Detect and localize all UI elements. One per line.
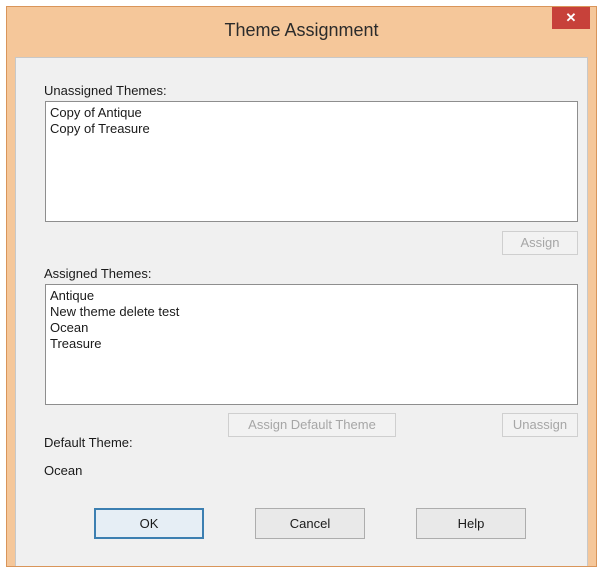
unassigned-themes-list[interactable]: Copy of Antique Copy of Treasure xyxy=(45,101,578,222)
theme-assignment-dialog: Theme Assignment ✕ Unassigned Themes: Co… xyxy=(6,6,597,567)
assign-button[interactable]: Assign xyxy=(502,231,578,255)
close-icon: ✕ xyxy=(565,10,577,25)
title-bar[interactable]: Theme Assignment ✕ xyxy=(7,7,596,57)
close-button[interactable]: ✕ xyxy=(552,7,590,29)
unassign-button[interactable]: Unassign xyxy=(502,413,578,437)
list-item[interactable]: Copy of Antique xyxy=(50,105,573,121)
help-button[interactable]: Help xyxy=(416,508,526,539)
unassigned-themes-label: Unassigned Themes: xyxy=(44,83,167,98)
list-item[interactable]: Antique xyxy=(50,288,573,304)
assigned-themes-list[interactable]: Antique New theme delete test Ocean Trea… xyxy=(45,284,578,405)
assign-default-theme-button[interactable]: Assign Default Theme xyxy=(228,413,396,437)
dialog-body: Unassigned Themes: Copy of Antique Copy … xyxy=(15,57,588,566)
dialog-title: Theme Assignment xyxy=(224,20,379,40)
assigned-themes-label: Assigned Themes: xyxy=(44,266,152,281)
default-theme-value: Ocean xyxy=(44,463,83,478)
list-item[interactable]: Treasure xyxy=(50,336,573,352)
list-item[interactable]: Ocean xyxy=(50,320,573,336)
list-item[interactable]: Copy of Treasure xyxy=(50,121,573,137)
list-item[interactable]: New theme delete test xyxy=(50,304,573,320)
ok-button[interactable]: OK xyxy=(94,508,204,539)
cancel-button[interactable]: Cancel xyxy=(255,508,365,539)
default-theme-label: Default Theme: xyxy=(44,435,133,450)
